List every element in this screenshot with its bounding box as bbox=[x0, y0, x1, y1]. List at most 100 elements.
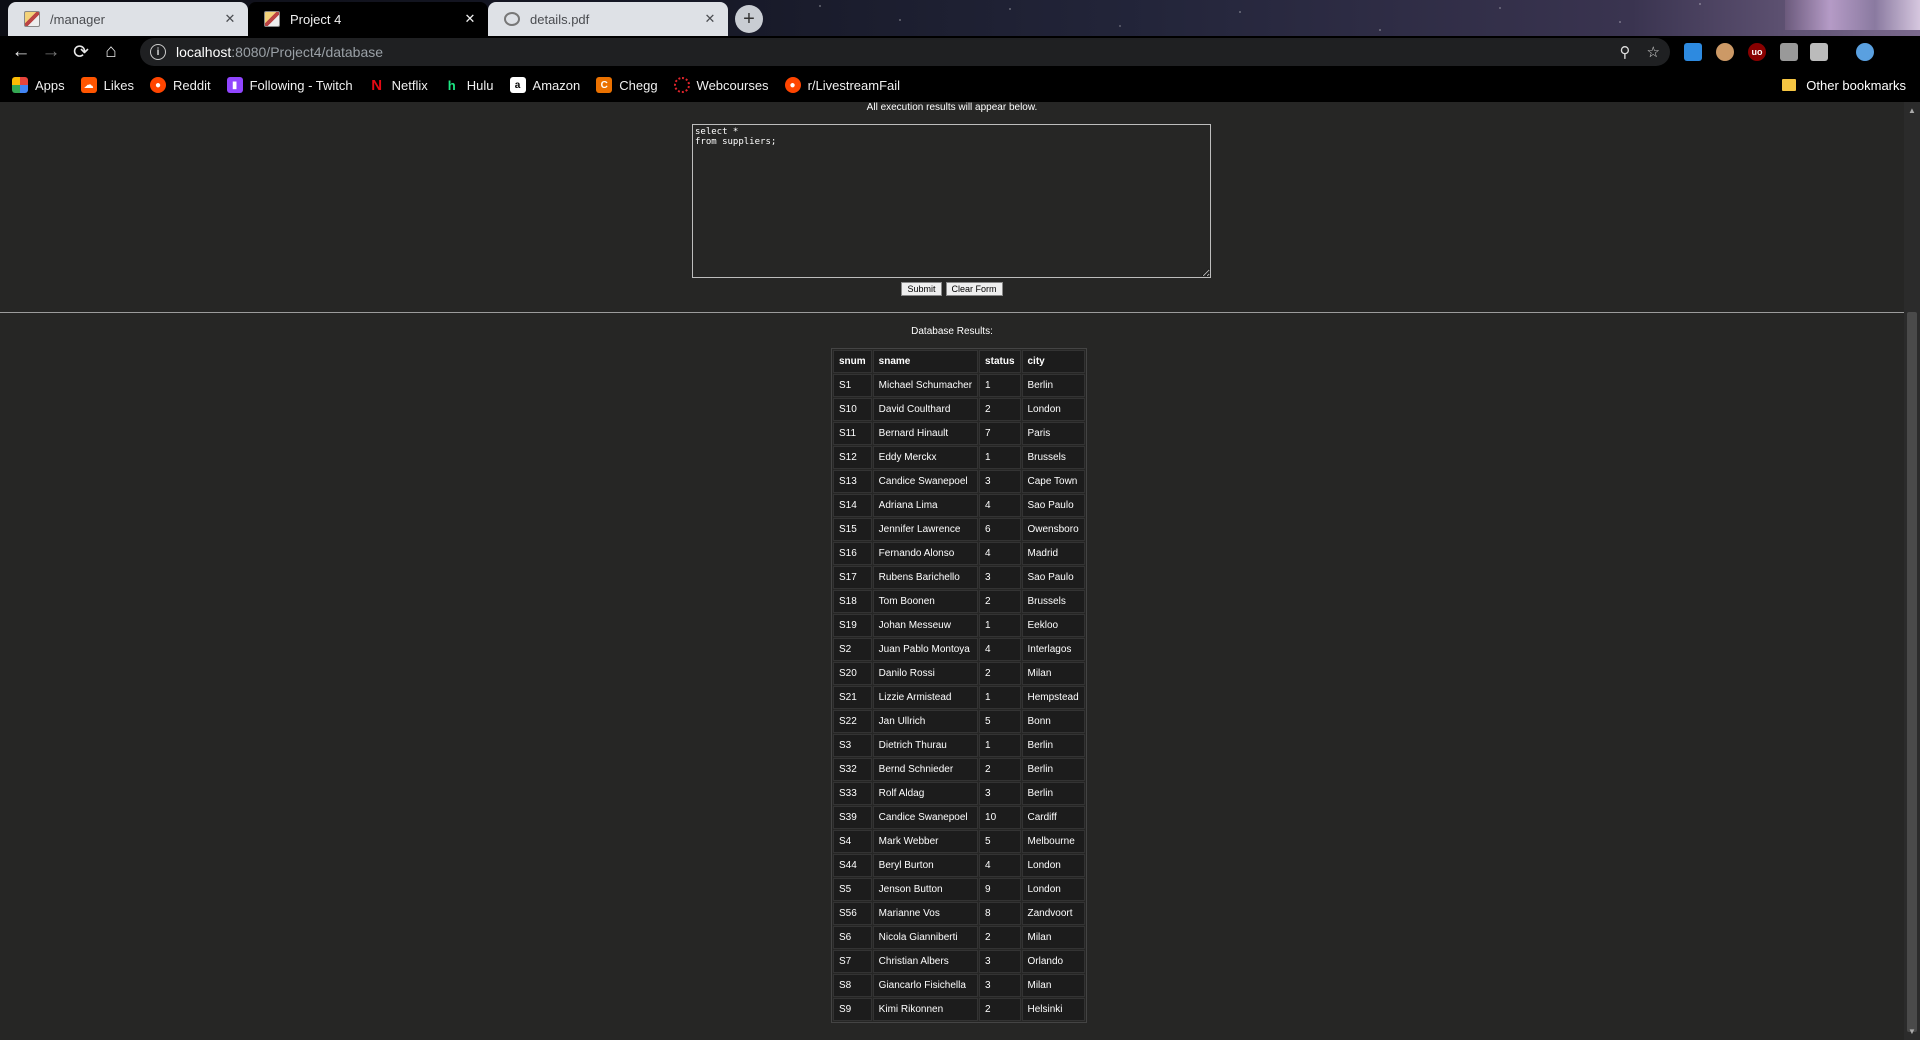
cell-sname: Danilo Rossi bbox=[872, 662, 979, 685]
info-icon[interactable]: i bbox=[150, 44, 166, 60]
cell-sname: Rubens Barichello bbox=[872, 566, 979, 589]
cell-status: 3 bbox=[979, 974, 1021, 997]
reddit-icon: ● bbox=[784, 77, 801, 93]
bookmark-livestreamfail[interactable]: ● r/LivestreamFail bbox=[784, 77, 900, 93]
table-row: S22 Jan Ullrich 5 Bonn bbox=[833, 710, 1085, 733]
bookmark-star-icon[interactable]: ☆ bbox=[1647, 43, 1660, 61]
submit-button[interactable]: Submit bbox=[901, 282, 942, 296]
cell-status: 2 bbox=[979, 758, 1021, 781]
scroll-down-icon[interactable]: ▼ bbox=[1908, 1027, 1916, 1036]
cell-snum: S18 bbox=[833, 590, 872, 613]
scroll-up-icon[interactable]: ▲ bbox=[1908, 106, 1916, 115]
table-row: S16 Fernando Alonso 4 Madrid bbox=[833, 542, 1085, 565]
tab-project4[interactable]: Project 4 ✕ bbox=[248, 2, 488, 36]
bookmarks-bar: Apps ☁ Likes ● Reddit ▮ Following - Twit… bbox=[0, 68, 1920, 102]
table-row: S9 Kimi Rikonnen 2 Helsinki bbox=[833, 998, 1085, 1021]
cell-sname: Mark Webber bbox=[872, 830, 979, 853]
cell-city: Berlin bbox=[1021, 782, 1085, 805]
cell-status: 4 bbox=[979, 494, 1021, 517]
zoom-icon[interactable]: ⚲ bbox=[1620, 43, 1631, 61]
tab-details-pdf[interactable]: details.pdf ✕ bbox=[488, 2, 728, 36]
cell-snum: S19 bbox=[833, 614, 872, 637]
other-bookmarks-label: Other bookmarks bbox=[1806, 77, 1906, 93]
results-body: S1 Michael Schumacher 1 Berlin S10 David Coul… bbox=[833, 374, 1085, 1021]
bookmark-label: Chegg bbox=[619, 77, 658, 93]
sql-query-input[interactable] bbox=[692, 124, 1211, 278]
tab-strip: /manager ✕ Project 4 ✕ details.pdf ✕ + bbox=[0, 0, 1920, 36]
cell-status: 4 bbox=[979, 542, 1021, 565]
bookmark-label: Likes bbox=[103, 77, 134, 93]
cell-sname: Adriana Lima bbox=[872, 494, 979, 517]
cell-snum: S1 bbox=[833, 374, 872, 397]
home-icon[interactable]: ⌂ bbox=[96, 37, 126, 67]
close-icon[interactable]: ✕ bbox=[222, 11, 238, 27]
reload-icon[interactable]: ⟳ bbox=[66, 37, 96, 67]
ublock-icon[interactable]: uo bbox=[1748, 43, 1766, 61]
cell-sname: Jenson Button bbox=[872, 878, 979, 901]
divider bbox=[0, 312, 1904, 313]
cell-city: Bonn bbox=[1021, 710, 1085, 733]
cell-sname: Beryl Burton bbox=[872, 854, 979, 877]
bookmark-amazon[interactable]: a Amazon bbox=[509, 77, 580, 93]
close-icon[interactable]: ✕ bbox=[462, 11, 478, 27]
clear-form-button[interactable]: Clear Form bbox=[945, 282, 1003, 296]
theme-corner-image bbox=[1785, 0, 1920, 30]
address-bar[interactable]: i localhost:8080/Project4/database ⚲ ☆ bbox=[140, 38, 1670, 66]
table-row: S33 Rolf Aldag 3 Berlin bbox=[833, 782, 1085, 805]
cell-status: 1 bbox=[979, 614, 1021, 637]
cell-sname: Rolf Aldag bbox=[872, 782, 979, 805]
table-row: S8 Giancarlo Fisichella 3 Milan bbox=[833, 974, 1085, 997]
extension-face-icon[interactable] bbox=[1716, 43, 1734, 61]
extension-tab-icon[interactable] bbox=[1684, 43, 1702, 61]
cell-sname: Giancarlo Fisichella bbox=[872, 974, 979, 997]
cell-sname: Lizzie Armistead bbox=[872, 686, 979, 709]
forward-arrow-icon[interactable]: → bbox=[36, 37, 66, 67]
tab-manager[interactable]: /manager ✕ bbox=[8, 2, 248, 36]
cell-status: 5 bbox=[979, 830, 1021, 853]
webcourses-icon bbox=[673, 77, 690, 93]
amazon-icon: a bbox=[509, 77, 526, 93]
cell-snum: S5 bbox=[833, 878, 872, 901]
form-buttons: Submit Clear Form bbox=[0, 282, 1904, 296]
table-row: S7 Christian Albers 3 Orlando bbox=[833, 950, 1085, 973]
cell-status: 1 bbox=[979, 686, 1021, 709]
close-icon[interactable]: ✕ bbox=[702, 11, 718, 27]
bookmark-apps[interactable]: Apps bbox=[12, 77, 65, 93]
bookmark-chegg[interactable]: C Chegg bbox=[596, 77, 658, 93]
cell-sname: Kimi Rikonnen bbox=[872, 998, 979, 1021]
cell-city: Interlagos bbox=[1021, 638, 1085, 661]
cell-status: 2 bbox=[979, 662, 1021, 685]
bookmark-webcourses[interactable]: Webcourses bbox=[673, 77, 769, 93]
new-tab-button[interactable]: + bbox=[735, 5, 763, 33]
bookmark-label: Reddit bbox=[173, 77, 211, 93]
bookmark-label: Following - Twitch bbox=[249, 77, 353, 93]
bookmark-netflix[interactable]: N Netflix bbox=[369, 77, 428, 94]
cell-city: Berlin bbox=[1021, 374, 1085, 397]
bookmark-label: Apps bbox=[35, 77, 65, 93]
bookmark-reddit[interactable]: ● Reddit bbox=[150, 77, 211, 93]
header-status: status bbox=[979, 350, 1021, 373]
back-arrow-icon[interactable]: ← bbox=[6, 37, 36, 67]
extension-cast-icon[interactable] bbox=[1810, 43, 1828, 61]
extension-screen-icon[interactable] bbox=[1780, 43, 1798, 61]
cell-city: Zandvoort bbox=[1021, 902, 1085, 925]
bookmark-hulu[interactable]: h Hulu bbox=[444, 77, 494, 93]
cell-city: London bbox=[1021, 854, 1085, 877]
scrollbar[interactable]: ▲ ▼ bbox=[1904, 102, 1920, 1040]
cell-status: 9 bbox=[979, 878, 1021, 901]
bookmark-likes[interactable]: ☁ Likes bbox=[80, 77, 134, 93]
cell-status: 3 bbox=[979, 566, 1021, 589]
table-row: S32 Bernd Schnieder 2 Berlin bbox=[833, 758, 1085, 781]
bookmark-twitch[interactable]: ▮ Following - Twitch bbox=[226, 77, 353, 93]
other-bookmarks[interactable]: Other bookmarks bbox=[1782, 68, 1906, 102]
cell-snum: S2 bbox=[833, 638, 872, 661]
cell-status: 1 bbox=[979, 374, 1021, 397]
table-row: S19 Johan Messeuw 1 Eekloo bbox=[833, 614, 1085, 637]
cell-status: 2 bbox=[979, 398, 1021, 421]
reddit-icon: ● bbox=[150, 77, 166, 93]
cell-city: Milan bbox=[1021, 662, 1085, 685]
cell-status: 7 bbox=[979, 422, 1021, 445]
cell-city: Sao Paulo bbox=[1021, 566, 1085, 589]
profile-avatar-icon[interactable] bbox=[1856, 43, 1874, 61]
scrollbar-thumb[interactable] bbox=[1907, 312, 1917, 1032]
